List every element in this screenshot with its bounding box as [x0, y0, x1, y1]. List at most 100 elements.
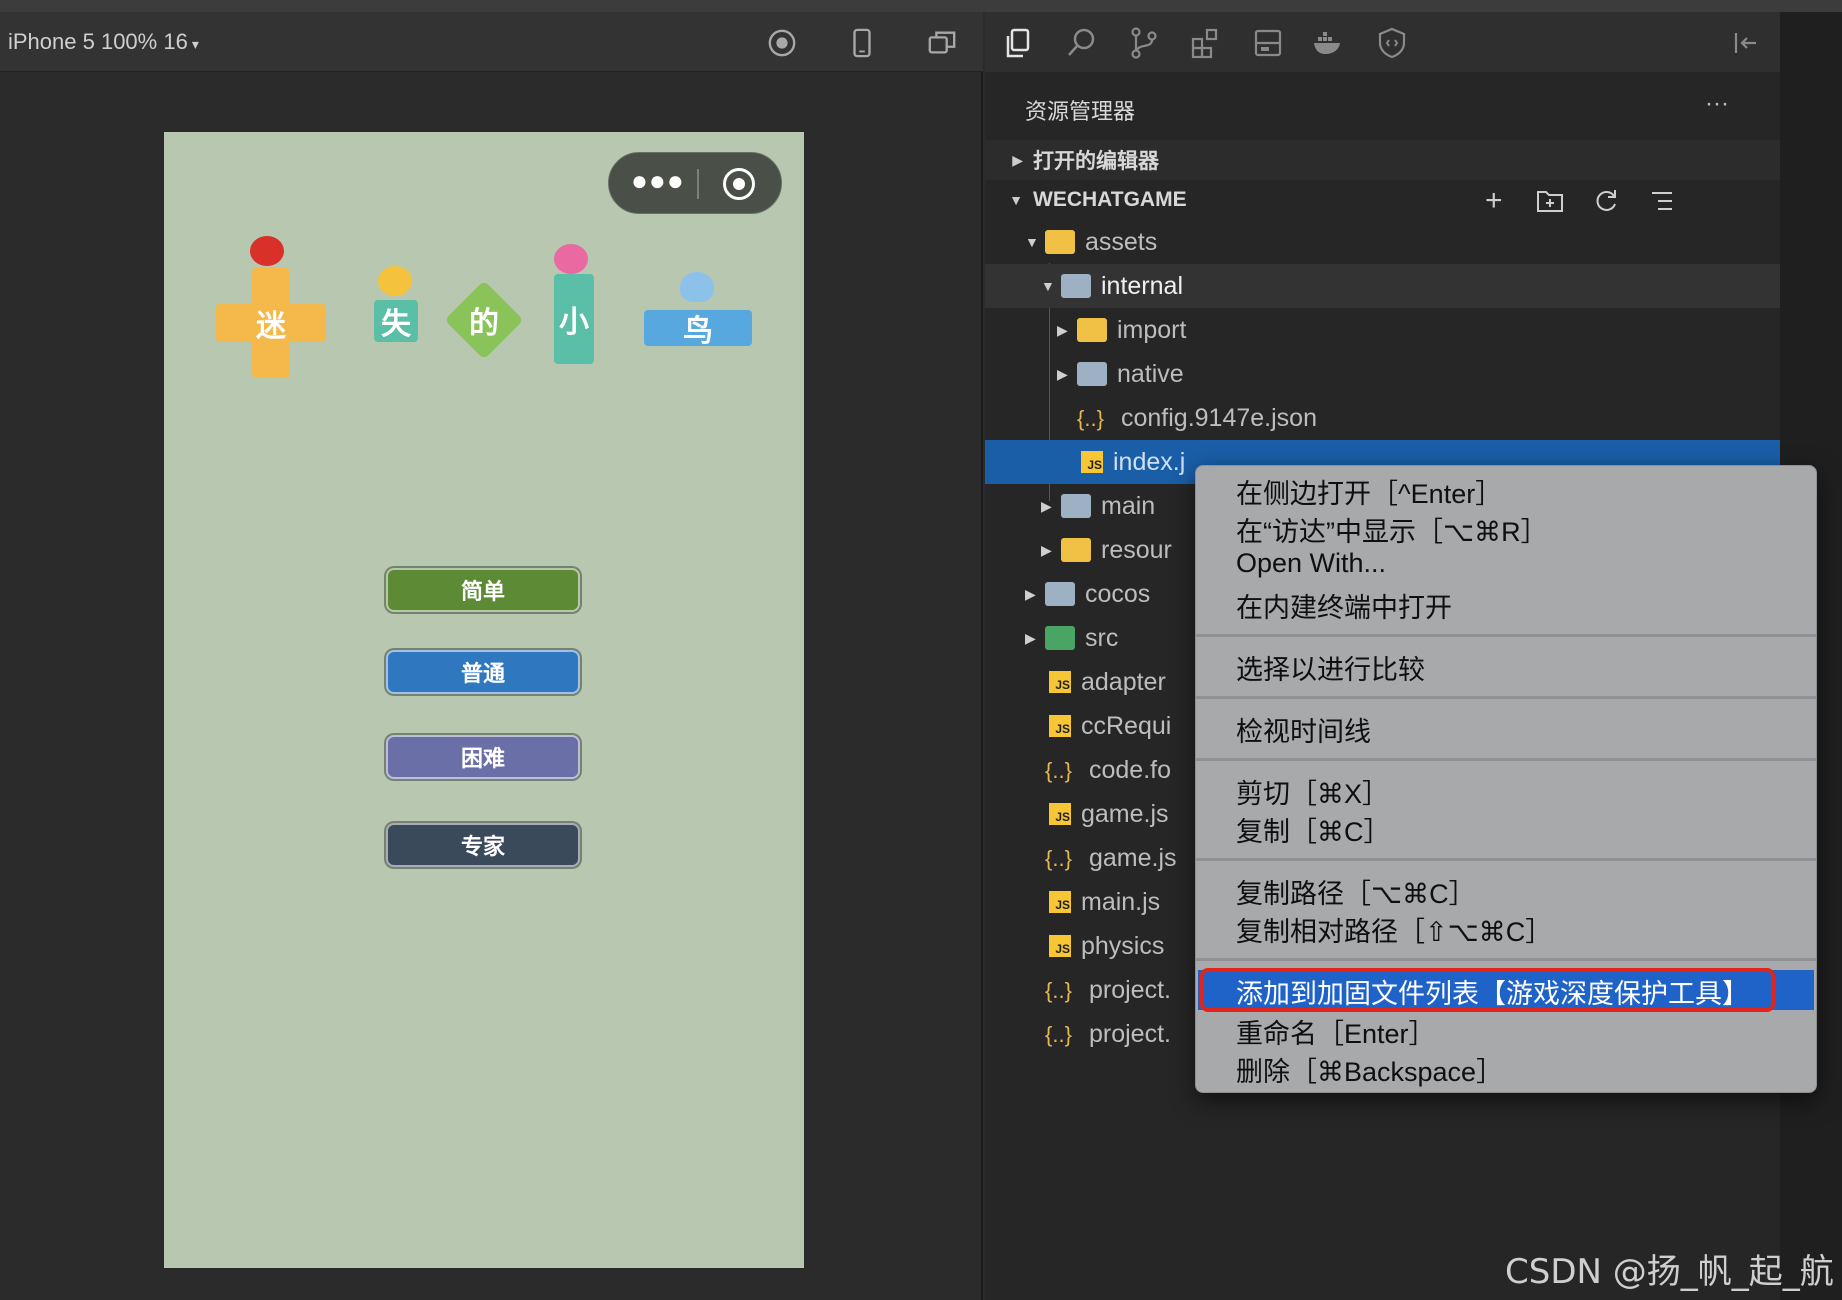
menu-separator: [1196, 758, 1816, 761]
folder-icon: [1061, 494, 1091, 518]
more-icon[interactable]: ●●●: [631, 165, 685, 197]
storage-icon[interactable]: [1251, 26, 1285, 60]
folder-yellow-icon: [1045, 230, 1075, 254]
shield-icon[interactable]: [1375, 26, 1409, 60]
tree-item-label: adapter: [1081, 667, 1166, 696]
js-icon: JS: [1081, 451, 1103, 473]
menu-item-cut[interactable]: 剪切［⌘X］: [1236, 772, 1389, 810]
red-bird-icon: [250, 236, 284, 266]
menu-item-open-timeline[interactable]: 检视时间线: [1236, 710, 1371, 748]
folder-open-icon: [1061, 274, 1091, 298]
folder-yellow-icon: [1061, 538, 1091, 562]
menu-item-copy-relative-path[interactable]: 复制相对路径［⇧⌥⌘C］: [1236, 910, 1552, 948]
menu-separator: [1196, 858, 1816, 861]
chevron-down-icon: ▼: [1025, 234, 1039, 250]
device-label: iPhone 5 100% 16: [8, 29, 188, 54]
tree-item-label: game.js: [1089, 843, 1177, 872]
window-icon[interactable]: [926, 28, 958, 58]
tree-item-label: src: [1085, 623, 1119, 652]
folder-icon: [1077, 362, 1107, 386]
tree-item-label: code.fo: [1089, 755, 1172, 784]
close-target-icon[interactable]: [723, 168, 755, 200]
menu-item-add-to-hardening-list[interactable]: 添加到加固文件列表【游戏深度保护工具】: [1236, 972, 1749, 1010]
files-icon[interactable]: [1003, 26, 1037, 60]
capsule-divider: [697, 169, 699, 199]
tree-item-label: assets: [1085, 227, 1158, 256]
explorer-title: 资源管理器: [1025, 99, 1136, 124]
chevron-down-icon: ▼: [1009, 192, 1023, 208]
record-icon[interactable]: [766, 28, 798, 58]
chevron-down-icon: ▼: [1041, 278, 1055, 294]
title-tile-3: 的: [469, 307, 499, 340]
project-section[interactable]: ▼ WECHATGAME +: [985, 180, 1785, 220]
menu-item-rename[interactable]: 重命名［Enter］: [1236, 1012, 1436, 1050]
json-icon: {..}: [1077, 406, 1104, 431]
tree-item-label: index.j: [1113, 447, 1186, 476]
tree-item-label: import: [1117, 315, 1187, 344]
tree-item-label: native: [1117, 359, 1184, 388]
title-tile-4: 小: [554, 274, 594, 364]
expert-button[interactable]: 专家: [386, 823, 580, 867]
yellow-bird-icon: [378, 266, 412, 296]
json-icon: {..}: [1045, 978, 1072, 1003]
collapse-all-icon[interactable]: [1649, 188, 1675, 214]
menu-item-copy-path[interactable]: 复制路径［⌥⌘C］: [1236, 872, 1476, 910]
hard-button[interactable]: 困难: [386, 735, 580, 779]
open-editors-label: 打开的编辑器: [1033, 150, 1159, 173]
tree-item-assets[interactable]: ▼ assets: [985, 220, 1785, 264]
mini-program-capsule[interactable]: ●●●: [608, 152, 782, 214]
activity-bar: [985, 12, 1842, 72]
refresh-icon[interactable]: [1593, 188, 1619, 214]
tree-item-internal[interactable]: ▼ internal: [985, 264, 1785, 308]
tree-item-label: config.9147e.json: [1121, 403, 1317, 432]
tree-item-label: main.js: [1081, 887, 1161, 916]
device-select[interactable]: iPhone 5 100% 16 ▾: [8, 29, 199, 55]
extensions-icon[interactable]: [1189, 26, 1223, 60]
tree-item-label: game.js: [1081, 799, 1169, 828]
collapse-panel-icon[interactable]: [1729, 26, 1763, 60]
normal-button[interactable]: 普通: [386, 650, 580, 694]
blue-bird-icon: [680, 272, 714, 302]
json-icon: {..}: [1045, 1022, 1072, 1047]
menu-item-reveal-in-finder[interactable]: 在“访达”中显示［⌥⌘R］: [1236, 510, 1548, 548]
phone-icon[interactable]: [846, 28, 878, 58]
new-file-icon[interactable]: +: [1485, 184, 1503, 218]
tree-item-config-json[interactable]: {..} config.9147e.json: [985, 396, 1785, 440]
simulator-panel: iPhone 5 100% 16 ▾ ●●● 迷 失 的 小 鸟 简单 普通 困…: [0, 12, 983, 1300]
title-tile-1: 迷: [216, 304, 326, 343]
watermark: CSDN @扬_帆_起_航: [1505, 1252, 1834, 1292]
chevron-down-icon: ▾: [191, 36, 199, 52]
chevron-right-icon: ▶: [1025, 585, 1036, 602]
folder-plus-icon: [1077, 318, 1107, 342]
tree-item-label: internal: [1101, 271, 1183, 300]
tree-item-native[interactable]: ▶ native: [985, 352, 1785, 396]
simulator-toolbar: iPhone 5 100% 16 ▾: [0, 12, 983, 72]
json-icon: {..}: [1045, 758, 1072, 783]
menu-item-open-in-terminal[interactable]: 在内建终端中打开: [1236, 586, 1452, 624]
tree-item-import[interactable]: ▶ import: [985, 308, 1785, 352]
tree-item-label: resour: [1101, 535, 1172, 564]
menu-item-open-to-side[interactable]: 在侧边打开［^Enter］: [1236, 472, 1502, 510]
menu-item-open-with[interactable]: Open With...: [1236, 548, 1386, 586]
js-icon: JS: [1049, 715, 1071, 737]
tree-item-label: physics: [1081, 931, 1165, 960]
new-folder-icon[interactable]: [1536, 188, 1564, 214]
menu-item-select-for-compare[interactable]: 选择以进行比较: [1236, 648, 1425, 686]
tree-item-label: project.: [1089, 1019, 1171, 1048]
open-editors-section[interactable]: ▶ 打开的编辑器: [985, 140, 1785, 180]
source-control-icon[interactable]: [1127, 26, 1161, 60]
chevron-right-icon: ▶: [1057, 321, 1068, 338]
chevron-right-icon: ▶: [1041, 541, 1052, 558]
js-icon: JS: [1049, 671, 1071, 693]
menu-item-copy[interactable]: 复制［⌘C］: [1236, 810, 1391, 848]
more-actions-icon[interactable]: ···: [1705, 90, 1729, 118]
chevron-right-icon: ▶: [1041, 497, 1052, 514]
docker-icon[interactable]: [1311, 26, 1345, 60]
search-icon[interactable]: [1065, 26, 1099, 60]
simple-button[interactable]: 简单: [386, 568, 580, 612]
title-tile-5: 鸟: [644, 310, 752, 348]
js-icon: JS: [1049, 891, 1071, 913]
game-screen[interactable]: ●●● 迷 失 的 小 鸟 简单 普通 困难 专家: [164, 132, 804, 1268]
menu-item-delete[interactable]: 删除［⌘Backspace］: [1236, 1050, 1503, 1088]
title-strip: [0, 0, 1842, 12]
